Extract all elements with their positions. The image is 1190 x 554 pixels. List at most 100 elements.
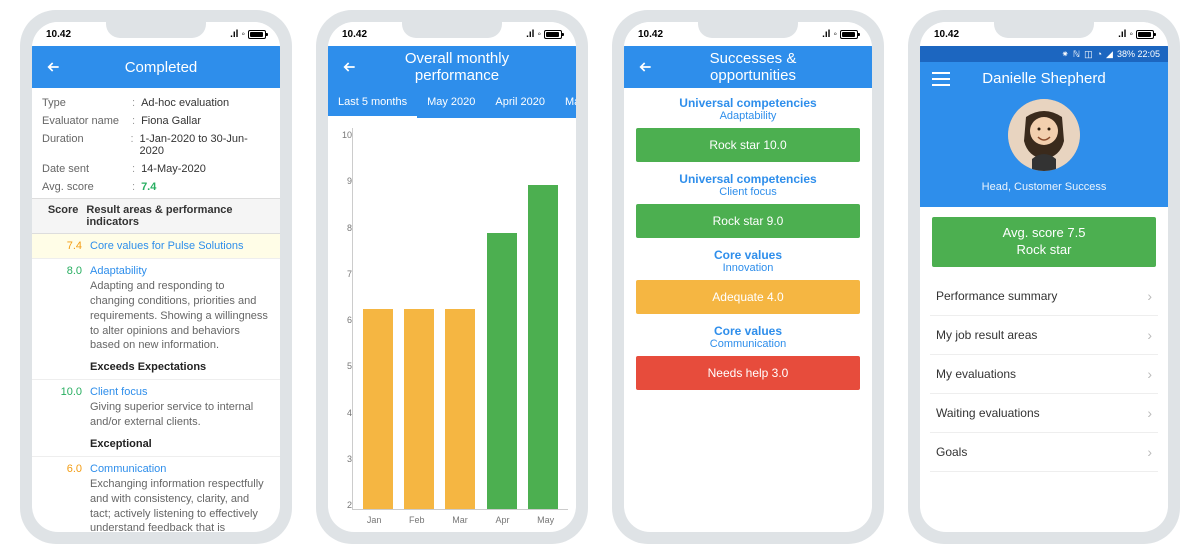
result-row[interactable]: 7.4 Core values for Pulse Solutions <box>32 234 280 259</box>
back-button[interactable] <box>340 57 360 77</box>
opportunity-competency[interactable]: Communication <box>636 338 860 350</box>
phone-notch <box>106 18 206 38</box>
result-description: Giving superior service to internal and/… <box>90 400 270 430</box>
chevron-right-icon: › <box>1147 288 1152 304</box>
opportunity-score-chip[interactable]: Adequate 4.0 <box>636 280 860 314</box>
opportunity-block: Universal competencies Adaptability Rock… <box>636 96 860 162</box>
result-row[interactable]: 8.0 Adaptability Adapting and responding t… <box>32 259 280 380</box>
bar-may[interactable] <box>528 185 558 509</box>
signal-icon: .ıl <box>230 29 238 40</box>
opportunity-score-chip[interactable]: Rock star 10.0 <box>636 128 860 162</box>
screen-completed: 10.42 .ıl ◦ Completed Type:Ad-hoc evalua… <box>32 22 280 532</box>
bar-feb[interactable] <box>404 309 434 509</box>
battery-text: 38% 22:05 <box>1117 49 1160 59</box>
x-tick: Mar <box>452 515 468 525</box>
result-score: 7.4 <box>42 240 82 252</box>
avatar[interactable] <box>1008 99 1080 171</box>
back-button[interactable] <box>636 57 656 77</box>
result-score: 8.0 <box>42 265 82 373</box>
bar-jan[interactable] <box>363 309 393 509</box>
menu-item-performance-summary[interactable]: Performance summary › <box>930 277 1158 316</box>
result-title[interactable]: Core values for Pulse Solutions <box>90 240 243 252</box>
result-score: 10.0 <box>42 386 82 450</box>
phone-mockup-3: 10.42 .ıl ◦ Successes & opportunities Un… <box>612 10 884 544</box>
wifi-icon: ◦ <box>537 29 541 40</box>
opportunity-block: Core values Communication Needs help 3.0 <box>636 324 860 390</box>
profile-name: Danielle Shepherd <box>950 70 1138 87</box>
screen-successes: 10.42 .ıl ◦ Successes & opportunities Un… <box>624 22 872 532</box>
opportunity-competency[interactable]: Adaptability <box>636 110 860 122</box>
result-row[interactable]: 6.0CommunicationExchanging information r… <box>32 457 280 532</box>
chevron-right-icon: › <box>1147 327 1152 343</box>
tab-last-5-months[interactable]: Last 5 months <box>328 88 417 118</box>
result-row[interactable]: 10.0 Client focus Giving superior service … <box>32 380 280 457</box>
nfc-icon: ℕ <box>1073 49 1080 60</box>
bar-mar[interactable] <box>445 309 475 509</box>
opportunity-category: Core values <box>636 248 860 262</box>
opportunity-category: Core values <box>636 324 860 338</box>
menu-item-my-evaluations[interactable]: My evaluations› <box>930 355 1158 394</box>
result-title[interactable]: Adaptability <box>90 265 147 277</box>
detail-value: 7.4 <box>141 181 156 193</box>
detail-label: Duration <box>42 133 130 157</box>
results-list[interactable]: 7.4Core values for Pulse Solutions8.0Ada… <box>32 234 280 532</box>
menu-item-goals[interactable]: Goals › <box>930 433 1158 472</box>
wifi-icon: ◦ <box>1129 29 1133 40</box>
detail-row: Evaluator name:Fiona Gallar <box>42 112 270 130</box>
cell-icon: ◢ <box>1106 49 1113 60</box>
menu-item-waiting-evaluations[interactable]: Waiting evaluations› <box>930 394 1158 433</box>
menu-label: Performance summary <box>936 289 1057 303</box>
signal-icon: .ıl <box>822 29 830 40</box>
bar-apr[interactable] <box>487 233 517 509</box>
phone-notch <box>994 18 1094 38</box>
detail-value: 14-May-2020 <box>141 163 206 175</box>
result-rating: Exceeds Expectations <box>90 361 270 373</box>
bluetooth-icon: ⁕ <box>1061 49 1069 60</box>
opportunity-category: Universal competencies <box>636 172 860 186</box>
result-description: Exchanging information respectfully and … <box>90 477 270 532</box>
chevron-right-icon: › <box>1147 444 1152 460</box>
opportunity-score-chip[interactable]: Rock star 9.0 <box>636 204 860 238</box>
page-title: Successes & opportunities <box>666 50 840 84</box>
opportunities-list[interactable]: Universal competencies Adaptability Rock… <box>624 88 872 532</box>
result-title[interactable]: Client focus <box>90 386 147 398</box>
phone-mockup-4: 10.42 .ıl ◦ ⁕ ℕ ◫ ◔ ◢ 38% 22:05 Danielle… <box>908 10 1180 544</box>
column-areas: Result areas & performance indicators <box>86 204 270 228</box>
phone-mockup-1: 10.42 .ıl ◦ Completed Type:Ad-hoc evalua… <box>20 10 292 544</box>
tab-april-2020[interactable]: April 2020 <box>485 88 555 118</box>
opportunity-competency[interactable]: Client focus <box>636 186 860 198</box>
opportunity-score-chip[interactable]: Needs help 3.0 <box>636 356 860 390</box>
bar-chart: 1098765432 JanFebMarAprMay <box>328 118 576 532</box>
detail-label: Date sent <box>42 163 132 175</box>
evaluation-details: Type:Ad-hoc evaluationEvaluator name:Fio… <box>32 88 280 198</box>
detail-row: Date sent:14-May-2020 <box>42 160 270 178</box>
detail-label: Type <box>42 97 132 109</box>
chart-x-axis: JanFebMarAprMay <box>353 515 568 525</box>
battery-icon <box>1136 30 1154 39</box>
result-description: Adapting and responding to changing cond… <box>90 279 270 353</box>
result-title[interactable]: Communication <box>90 463 166 475</box>
status-time: 10.42 <box>46 29 71 40</box>
menu-label: Goals <box>936 445 967 459</box>
battery-icon <box>544 30 562 39</box>
signal-icon: .ıl <box>1118 29 1126 40</box>
detail-value: Fiona Gallar <box>141 115 201 127</box>
menu-button[interactable] <box>932 72 950 86</box>
tab-march-2[interactable]: March 2 <box>555 88 576 118</box>
x-tick: Apr <box>495 515 509 525</box>
detail-row: Type:Ad-hoc evaluation <box>42 94 270 112</box>
detail-row: Avg. score:7.4 <box>42 178 270 196</box>
menu-label: My evaluations <box>936 367 1016 381</box>
screen-profile: 10.42 .ıl ◦ ⁕ ℕ ◫ ◔ ◢ 38% 22:05 Danielle… <box>920 22 1168 532</box>
x-tick: Feb <box>409 515 425 525</box>
profile-role: Head, Customer Success <box>920 181 1168 193</box>
chart-plot-area: JanFebMarAprMay <box>352 128 568 510</box>
battery-icon <box>840 30 858 39</box>
menu-item-my-job-result-areas[interactable]: My job result areas› <box>930 316 1158 355</box>
tab-may-2020[interactable]: May 2020 <box>417 88 485 118</box>
android-status-bar: ⁕ ℕ ◫ ◔ ◢ 38% 22:05 <box>920 46 1168 62</box>
opportunity-competency[interactable]: Innovation <box>636 262 860 274</box>
back-button[interactable] <box>44 57 64 77</box>
page-title: Overall monthly performance <box>370 50 544 84</box>
chart-y-axis: 1098765432 <box>332 128 352 528</box>
